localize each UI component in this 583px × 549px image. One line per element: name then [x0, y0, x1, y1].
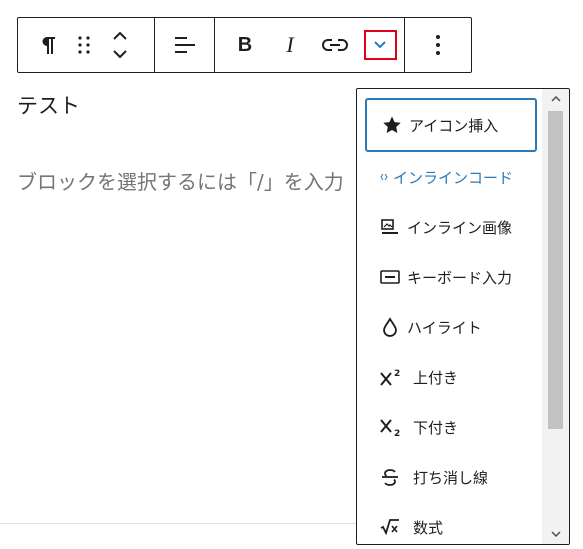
subscript-icon: 2 [379, 416, 401, 438]
dropdown-toggle-highlight[interactable] [363, 30, 397, 60]
options-group [405, 18, 471, 72]
chevron-down-icon [374, 41, 386, 49]
block-controls-group [18, 18, 155, 72]
menu-item-keyboard-input[interactable]: キーボード入力 [365, 252, 537, 302]
star-icon [381, 114, 403, 136]
link-button[interactable] [317, 27, 353, 63]
chevron-down-icon [550, 531, 561, 537]
scroll-up-button[interactable] [542, 89, 569, 109]
drop-icon [379, 316, 401, 338]
formatting-group: B I [215, 18, 405, 72]
bold-label: B [237, 33, 253, 56]
scrollbar[interactable] [542, 89, 569, 544]
alignment-group [155, 18, 215, 72]
menu-item-label: 下付き [413, 418, 459, 437]
chevron-up-icon [550, 96, 561, 102]
svg-text:2: 2 [394, 429, 400, 437]
menu-item-inline-image[interactable]: インライン画像 [365, 202, 537, 252]
menu-item-label: 上付き [413, 368, 459, 387]
bold-button[interactable]: B [227, 27, 263, 63]
menu-item-subscript[interactable]: 2 下付き [365, 402, 537, 452]
block-placeholder[interactable]: ブロックを選択するには「/」を入力 [17, 166, 362, 195]
menu-item-superscript[interactable]: 2 上付き [365, 352, 537, 402]
italic-label: I [286, 32, 294, 57]
menu-item-label: ハイライト [407, 318, 482, 337]
align-button[interactable] [167, 27, 203, 63]
menu-item-highlight[interactable]: ハイライト [365, 302, 537, 352]
more-rich-text-button[interactable] [362, 27, 398, 63]
dropdown-menu: アイコン挿入 インラインコード インライン画像 キーボード入力 ハイライト 2 … [365, 98, 537, 544]
menu-item-label: インライン画像 [407, 218, 513, 237]
rich-text-dropdown: アイコン挿入 インラインコード インライン画像 キーボード入力 ハイライト 2 … [356, 88, 570, 545]
superscript-icon: 2 [379, 366, 401, 388]
inline-image-icon [379, 216, 401, 238]
drag-handle-button[interactable] [66, 27, 102, 63]
menu-item-strikethrough[interactable]: 打ち消し線 [365, 452, 537, 502]
move-block-button[interactable] [102, 27, 138, 63]
menu-item-label: アイコン挿入 [409, 116, 499, 135]
math-icon [379, 516, 401, 538]
italic-button[interactable]: I [272, 27, 308, 63]
svg-text:2: 2 [394, 369, 400, 379]
divider [0, 523, 357, 524]
heading-block[interactable]: テスト [17, 90, 80, 120]
scrollbar-thumb[interactable] [548, 111, 563, 429]
paragraph-block-button[interactable] [30, 27, 66, 63]
move-up-down-icon [113, 31, 127, 59]
keyboard-icon [379, 266, 401, 288]
scroll-down-button[interactable] [542, 524, 569, 544]
menu-item-label: インラインコード [393, 168, 514, 187]
menu-item-label: 打ち消し線 [413, 468, 489, 487]
menu-item-math[interactable]: 数式 [365, 502, 537, 544]
menu-item-label: 数式 [413, 518, 444, 537]
code-icon [379, 166, 389, 188]
paragraph-icon [42, 37, 55, 54]
link-icon [322, 39, 348, 51]
strikethrough-icon [379, 466, 401, 488]
align-icon [174, 37, 195, 53]
menu-item-inline-code[interactable]: インラインコード [365, 152, 537, 202]
menu-item-label: キーボード入力 [407, 268, 513, 287]
drag-handle-icon [78, 36, 90, 54]
menu-item-icon-insert[interactable]: アイコン挿入 [365, 98, 537, 152]
options-button[interactable] [420, 27, 456, 63]
block-toolbar: B I [17, 17, 472, 73]
more-options-icon [436, 35, 440, 55]
